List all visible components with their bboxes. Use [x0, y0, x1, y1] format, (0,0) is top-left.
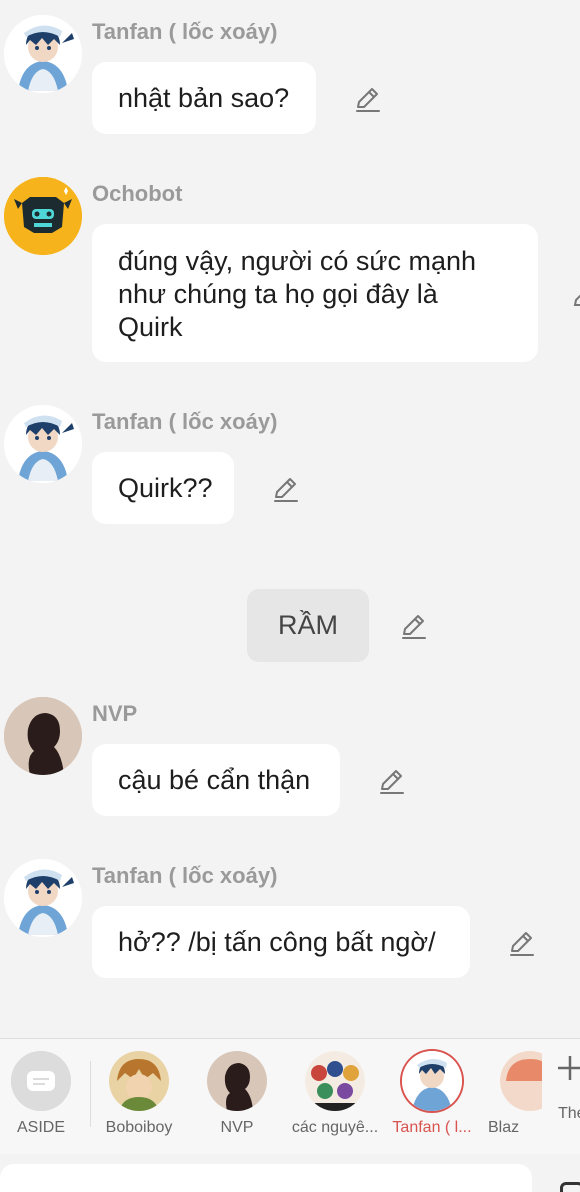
avatar-tanfan[interactable]: [4, 405, 82, 483]
character-group[interactable]: các nguyê...: [287, 1051, 383, 1137]
message-input-area: [0, 1154, 580, 1192]
add-character-label: The: [558, 1105, 580, 1122]
edit-icon[interactable]: [570, 282, 580, 312]
avatar: [109, 1051, 169, 1111]
character-label: Boboiboy: [105, 1119, 173, 1136]
message-bubble[interactable]: cậu bé cẩn thận: [92, 744, 340, 816]
message-bubble[interactable]: nhật bản sao?: [92, 62, 316, 134]
character-label: NVP: [220, 1119, 254, 1136]
sender-name: Tanfan ( lốc xoáy): [92, 863, 278, 888]
avatar-nvp[interactable]: [4, 697, 82, 775]
sender-name: Tanfan ( lốc xoáy): [92, 409, 278, 434]
character-selector-bar[interactable]: ASIDE Boboiboy NVP các nguyê... Tanfan (…: [0, 1038, 580, 1154]
message-text-line: như chúng ta họ gọi đây là: [118, 279, 438, 309]
character-label: các nguyê...: [291, 1119, 379, 1136]
message-bubble[interactable]: đúng vậy, người có sức mạnh như chúng ta…: [92, 224, 538, 362]
message-text: Quirk??: [118, 472, 213, 503]
sender-name: Tanfan ( lốc xoáy): [92, 19, 278, 44]
character-label: Tanfan ( l...: [392, 1119, 472, 1136]
sender-name: NVP: [92, 701, 138, 726]
character-boboiboy[interactable]: Boboiboy: [91, 1051, 187, 1137]
edit-icon[interactable]: [353, 84, 383, 114]
avatar: [402, 1051, 462, 1111]
aside-icon: [11, 1051, 71, 1111]
character-aside[interactable]: ASIDE: [0, 1051, 89, 1137]
message-text: nhật bản sao?: [118, 82, 290, 113]
sender-name: Ochobot: [92, 181, 183, 206]
add-character-button[interactable]: The: [555, 1053, 580, 1143]
message-text-line: đúng vậy, người có sức mạnh: [118, 246, 477, 276]
narration-bubble[interactable]: RẦM: [247, 589, 369, 662]
message-text: cậu bé cẩn thận: [118, 764, 311, 795]
edit-icon[interactable]: [399, 611, 429, 641]
character-tanfan[interactable]: Tanfan ( l...: [384, 1051, 480, 1137]
send-icon[interactable]: [560, 1182, 580, 1192]
message-text: hở?? /bị tấn công bất ngờ/: [118, 926, 436, 957]
avatar-tanfan[interactable]: [4, 859, 82, 937]
edit-icon[interactable]: [377, 766, 407, 796]
character-label: ASIDE: [16, 1119, 65, 1136]
message-text-line: Quirk: [118, 312, 183, 342]
avatar: [207, 1051, 267, 1111]
avatar: [305, 1051, 365, 1111]
plus-icon: [558, 1056, 580, 1080]
narration-text: RẦM: [278, 610, 338, 640]
edit-icon[interactable]: [507, 928, 537, 958]
character-label: Blaz: [488, 1119, 520, 1136]
edit-icon[interactable]: [271, 474, 301, 504]
chat-area[interactable]: Tanfan ( lốc xoáy) nhật bản sao? Ochobot…: [0, 0, 580, 1038]
message-input[interactable]: [0, 1164, 532, 1192]
message-bubble[interactable]: Quirk??: [92, 452, 234, 524]
character-nvp[interactable]: NVP: [189, 1051, 285, 1137]
avatar: [500, 1051, 542, 1111]
avatar-ochobot[interactable]: [4, 177, 82, 255]
message-bubble[interactable]: hở?? /bị tấn công bất ngờ/: [92, 906, 470, 978]
character-blaze[interactable]: Blaz: [482, 1051, 542, 1137]
avatar-tanfan[interactable]: [4, 15, 82, 93]
